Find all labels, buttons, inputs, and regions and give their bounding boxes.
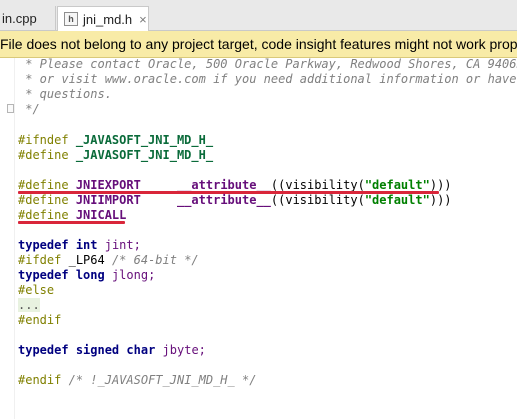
- attribute-keyword: __attribute__: [176, 193, 271, 207]
- code-line: * questions.: [18, 87, 112, 101]
- code-line: * or visit www.oracle.com if you need ad…: [18, 72, 517, 86]
- folded-code-placeholder[interactable]: ...: [18, 298, 40, 312]
- macro-name: _JAVASOFT_JNI_MD_H_: [75, 133, 214, 147]
- tab-label: in.cpp: [2, 11, 37, 26]
- gutter-separator: [14, 58, 15, 419]
- code-line: #define _JAVASOFT_JNI_MD_H_: [18, 148, 213, 163]
- code-line: */: [18, 102, 40, 116]
- editor-tab-bar: in.cpp h jni_md.h ×: [0, 0, 517, 31]
- code-punct: ))): [429, 178, 452, 192]
- code-line: #ifndef _JAVASOFT_JNI_MD_H_: [18, 133, 213, 148]
- type-keyword: long: [75, 268, 105, 282]
- macro-name: _LP64: [68, 253, 105, 267]
- code-line: * Please contact Oracle, 500 Oracle Park…: [18, 58, 517, 71]
- banner-text: File does not belong to any project targ…: [0, 36, 517, 52]
- keyword: typedef: [18, 343, 69, 357]
- code-comment: /* !_JAVASOFT_JNI_MD_H_ */: [68, 373, 257, 387]
- preprocessor-keyword: #else: [18, 283, 55, 297]
- code-comment: /* 64-bit */: [111, 253, 199, 267]
- attribute-keyword: __attribute__: [176, 178, 271, 192]
- code-line: typedef int jint;: [18, 238, 141, 253]
- code-editor[interactable]: * Please contact Oracle, 500 Oracle Park…: [0, 58, 517, 419]
- macro-name: _JAVASOFT_JNI_MD_H_: [75, 148, 214, 162]
- string-literal: "default": [364, 193, 430, 207]
- code-line: #else: [18, 283, 54, 298]
- type-name: jbyte;: [162, 343, 206, 357]
- tab-jni-md-h[interactable]: h jni_md.h ×: [57, 6, 149, 31]
- type-name: jlong;: [111, 268, 156, 282]
- code-line: #endif: [18, 313, 61, 328]
- code-line[interactable]: ...: [18, 298, 40, 313]
- string-literal: "default": [364, 178, 430, 192]
- preprocessor-keyword: #define: [18, 193, 69, 207]
- code-line: typedef long jlong;: [18, 268, 155, 283]
- keyword: typedef: [18, 238, 69, 252]
- preprocessor-keyword: #endif: [18, 313, 62, 327]
- tab-label: jni_md.h: [83, 11, 133, 27]
- close-tab-icon[interactable]: ×: [139, 12, 147, 27]
- preprocessor-keyword: #endif: [18, 373, 62, 387]
- preprocessor-keyword: #ifdef: [18, 253, 62, 267]
- preprocessor-keyword: #define: [18, 208, 69, 222]
- preprocessor-keyword: #ifndef: [18, 133, 69, 147]
- preprocessor-keyword: #define: [18, 178, 69, 192]
- code-line: #ifdef _LP64 /* 64-bit */: [18, 253, 199, 268]
- code-punct: ((visibility(: [270, 193, 365, 207]
- type-name: jint;: [104, 238, 141, 252]
- keyword: typedef: [18, 268, 69, 282]
- type-keyword: int: [75, 238, 98, 252]
- project-warning-banner: File does not belong to any project targ…: [0, 31, 517, 58]
- type-keyword: char: [126, 343, 156, 357]
- macro-name: JNIIMPORT: [75, 193, 141, 207]
- type-keyword: signed: [75, 343, 120, 357]
- code-line: #define JNIIMPORT __attribute__((visibil…: [18, 193, 452, 208]
- fold-marker-icon[interactable]: [7, 104, 14, 113]
- tab-in-cpp[interactable]: in.cpp: [0, 6, 56, 31]
- preprocessor-keyword: #define: [18, 148, 69, 162]
- code-punct: ))): [429, 193, 452, 207]
- header-file-icon: h: [64, 12, 78, 26]
- code-line: typedef signed char jbyte;: [18, 343, 206, 358]
- red-underline-annotation: [18, 221, 125, 224]
- macro-name: JNICALL: [75, 208, 127, 222]
- macro-name: JNIEXPORT: [75, 178, 141, 192]
- code-line: #endif /* !_JAVASOFT_JNI_MD_H_ */: [18, 373, 256, 388]
- code-punct: ((visibility(: [270, 178, 365, 192]
